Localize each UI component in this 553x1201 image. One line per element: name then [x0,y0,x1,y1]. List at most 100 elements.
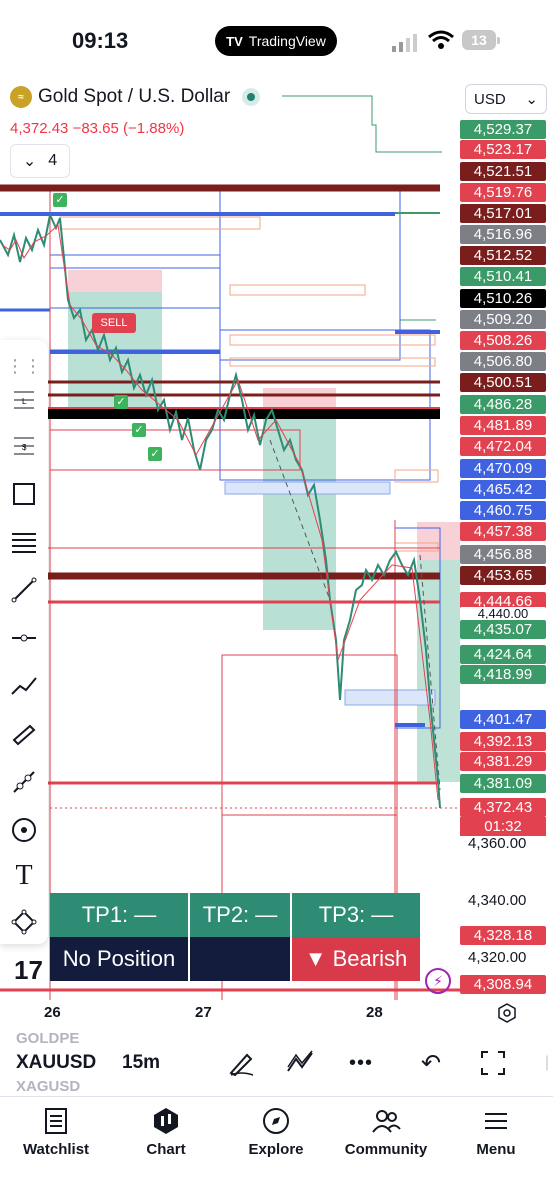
time-axis[interactable]: 26 27 28 [0,998,553,1028]
menu-icon [485,1113,507,1129]
change-abs: −83.65 [72,120,119,137]
ray-icon[interactable] [8,766,40,798]
ticker-button[interactable]: XAUUSD [16,1052,96,1074]
price-label: 4,523.17 [460,140,546,159]
nav-watchlist[interactable]: Watchlist [6,1107,106,1158]
check-icon: ✓ [53,193,67,207]
indicators-collapse-button[interactable]: ⌄ 4 [10,144,70,178]
horizontal-line-icon[interactable] [8,622,40,654]
price-label: 4,521.51 [460,162,546,181]
indicator-count: 4 [48,152,58,169]
price-label: 4,500.51 [460,373,546,392]
settings-icon[interactable] [496,1002,518,1024]
fib-lines-icon[interactable] [8,526,40,558]
rectangle-icon[interactable] [8,478,40,510]
price-label: 4,529.37 [460,120,546,139]
countdown-label: 01:32 [460,817,546,836]
undo-icon[interactable]: ↶ [414,1046,448,1080]
fullscreen-icon[interactable] [476,1046,510,1080]
chart-icon [154,1108,178,1134]
tp2-cell: TP2: — [190,893,292,937]
sell-badge: SELL [92,313,136,333]
nav-explore[interactable]: Explore [226,1107,326,1158]
nav-label: Community [344,1141,428,1158]
community-icon [372,1110,401,1133]
chevron-down-icon: ⌄ [525,91,538,108]
price-label: 4,508.26 [460,331,546,350]
nav-label: Explore [248,1141,304,1158]
nav-menu[interactable]: Menu [446,1107,546,1158]
check-icon: ✓ [148,447,162,461]
price-label: 4,381.09 [460,774,546,793]
price-label: 4,435.07 [460,620,546,639]
price-label: 4,481.89 [460,416,546,435]
price-label: 4,308.94 [460,975,546,994]
drag-handle-icon[interactable]: ⋮⋮ [6,350,42,382]
chevron-down-icon: ⌄ [22,153,37,170]
symbol-header[interactable]: ≈ Gold Spot / U.S. Dollar [10,86,261,108]
time-label: 26 [44,1004,61,1021]
interval-button[interactable]: 15m [122,1052,160,1074]
nav-label: Menu [476,1141,516,1158]
compass-icon [263,1108,289,1134]
price-label: 4,453.65 [460,566,546,585]
circle-icon[interactable] [8,814,40,846]
sell-label: SELL [100,317,128,329]
tradingview-watermark-icon: 17 [14,955,43,985]
currency-select[interactable]: USD ⌄ [465,84,547,114]
axis-price: 4,340.00 [468,892,527,909]
price-label: 4,392.13 [460,732,546,751]
time-label: 27 [195,1004,212,1021]
check-icon: ✓ [132,423,146,437]
last-price: 4,372.43 [10,120,69,137]
price-label: 4,456.88 [460,545,546,564]
axis-price: 4,360.00 [468,835,527,852]
currency-value: USD [474,90,506,108]
price-label: 4,460.75 [460,501,546,520]
change-pct: (−1.88%) [123,120,185,137]
price-label: 4,472.04 [460,437,546,456]
price-label: 4,509.20 [460,310,546,329]
price-label: 4,381.29 [460,752,546,771]
nav-label: Chart [146,1141,186,1158]
price-change: 4,372.43 −83.65 (−1.88%) [10,120,184,137]
svg-text:L: L [22,397,27,406]
channel-icon[interactable] [8,718,40,750]
nav-chart[interactable]: Chart [116,1107,216,1158]
path-icon[interactable] [8,670,40,702]
more-icon[interactable]: ••• [344,1046,378,1080]
countdown: 01:32 [484,818,522,835]
scroll-indicator-icon: | [544,1054,550,1071]
svg-text:$: $ [22,443,27,452]
price-label: 4,519.76 [460,183,546,202]
price-label: 4,517.01 [460,204,546,223]
price-range-icon[interactable]: $ [8,430,40,462]
nav-community[interactable]: Community [336,1107,436,1158]
price-label: 4,510.41 [460,267,546,286]
axis-price: 4,320.00 [468,949,527,966]
drawing-toolbar: ⋮⋮ L $ T [0,340,48,944]
bottom-nav: Watchlist Chart Explore Community Menu [0,1096,553,1201]
price-label: 4,401.47 [460,710,546,729]
trend-line-icon[interactable] [8,574,40,606]
price-label: 4,440.00 [460,607,546,619]
lightning-icon[interactable]: ⚡ [425,968,451,994]
trend-cell: ▼ Bearish [292,937,422,981]
symbol-name: Gold Spot / U.S. Dollar [38,86,231,107]
price-label: 4,470.09 [460,459,546,478]
price-label: 4,328.18 [460,926,546,945]
bottom-toolbar: GOLDPE XAUUSD XAGUSD 15m ••• ↶ | [0,1030,553,1096]
price-label: 4,457.38 [460,522,546,541]
text-tool-icon[interactable]: T [8,860,40,892]
draw-pen-icon[interactable] [224,1046,258,1080]
nav-label: Watchlist [22,1141,90,1158]
price-label: 4,506.80 [460,352,546,371]
ticker-ghost: XAGUSD [16,1078,81,1095]
tp3-cell: TP3: — [292,893,422,937]
time-label: 28 [366,1004,383,1021]
long-position-icon[interactable]: L [8,384,40,416]
ticker-ghost: GOLDPE [16,1030,80,1047]
price-label: 4,512.52 [460,246,546,265]
polygon-icon[interactable] [8,906,40,938]
indicators-icon[interactable] [284,1046,318,1080]
